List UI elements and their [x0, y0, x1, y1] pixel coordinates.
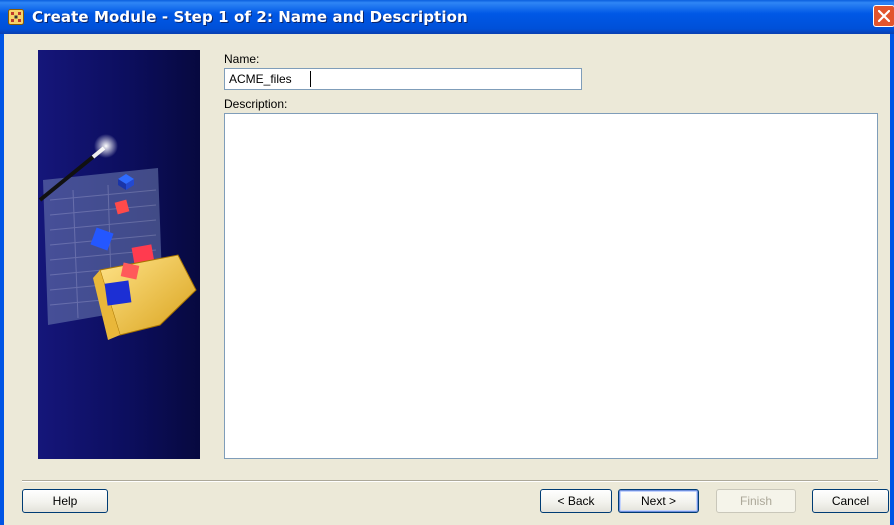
description-textarea[interactable] [224, 113, 878, 459]
name-label-text: Name: [224, 52, 260, 66]
help-button[interactable]: Help [22, 489, 108, 513]
text-caret [310, 71, 311, 87]
description-label: Description: [224, 97, 287, 111]
button-separator [22, 480, 878, 482]
name-input[interactable] [224, 68, 582, 90]
cancel-button[interactable]: Cancel [812, 489, 889, 513]
title-bar[interactable]: Create Module - Step 1 of 2: Name and De… [0, 0, 894, 34]
window-frame-left [0, 34, 4, 525]
back-button[interactable]: < Back [540, 489, 612, 513]
close-button[interactable] [873, 5, 894, 27]
wizard-illustration-panel [38, 50, 200, 459]
wizard-app-icon [8, 9, 24, 25]
window-frame-right [890, 34, 894, 525]
name-label: Name: [224, 52, 259, 66]
finish-button[interactable]: Finish [716, 489, 796, 513]
close-icon [878, 10, 890, 22]
window-title: Create Module - Step 1 of 2: Name and De… [32, 8, 468, 26]
wizard-folder-illustration [38, 134, 197, 340]
create-module-dialog: Create Module - Step 1 of 2: Name and De… [0, 0, 894, 525]
description-label-text: Description: [224, 97, 288, 111]
next-button[interactable]: Next > [618, 489, 699, 513]
